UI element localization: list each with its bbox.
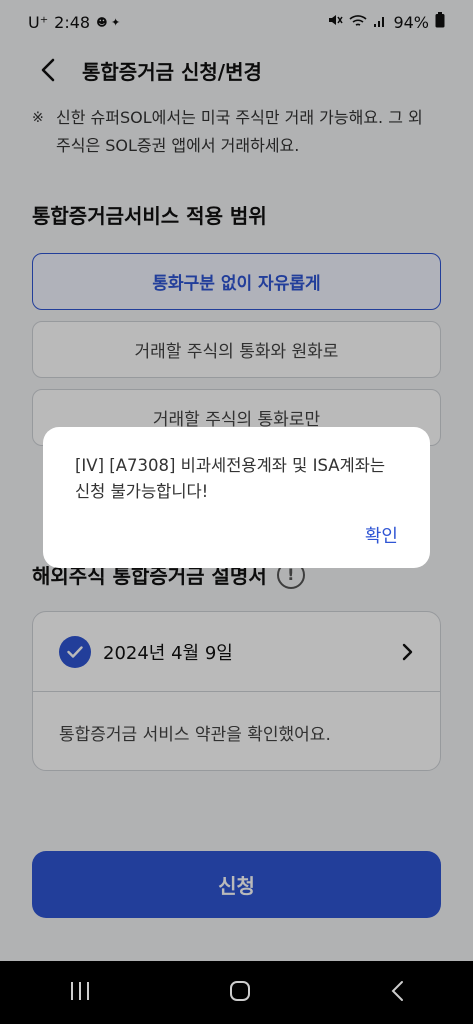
recent-apps-icon <box>71 981 90 1000</box>
back-nav-button[interactable] <box>390 980 404 1006</box>
home-button[interactable] <box>229 980 251 1006</box>
dialog-message: [IV] [A7308] 비과세전용계좌 및 ISA계좌는 신청 불가능합니다! <box>75 456 386 501</box>
dialog-ok-button[interactable]: 확인 <box>365 522 398 548</box>
back-nav-icon <box>391 980 403 1001</box>
alert-dialog: [IV] [A7308] 비과세전용계좌 및 ISA계좌는 신청 불가능합니다!… <box>43 427 430 568</box>
home-icon <box>230 980 251 1001</box>
system-nav-bar <box>0 961 473 1024</box>
recent-apps-button[interactable] <box>69 981 91 1005</box>
